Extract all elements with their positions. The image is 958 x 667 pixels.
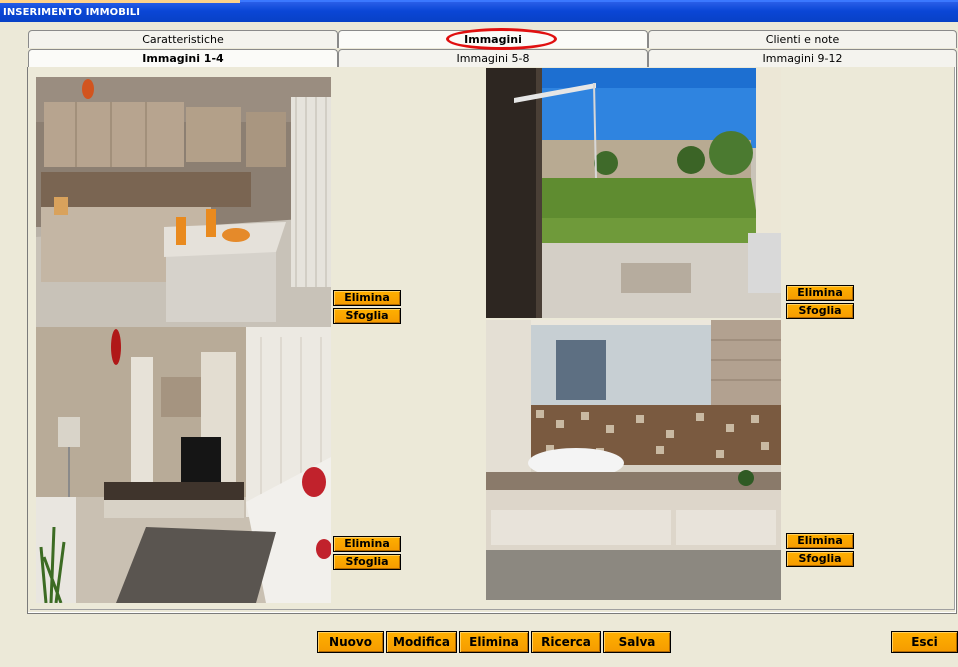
image-3-delete-button[interactable]: Elimina: [333, 536, 401, 552]
image-3-browse-button[interactable]: Sfoglia: [333, 554, 401, 570]
image-1-delete-button[interactable]: Elimina: [333, 290, 401, 306]
window-title: INSERIMENTO IMMOBILI: [3, 7, 141, 18]
kitchen-photo: [36, 77, 331, 327]
tab-clienti-e-note[interactable]: Clienti e note: [648, 30, 957, 48]
image-4-browse-button[interactable]: Sfoglia: [786, 551, 854, 567]
bathroom-photo: [486, 320, 781, 600]
garden-photo: [486, 68, 781, 318]
tab-immagini-5-8[interactable]: Immagini 5-8: [338, 49, 648, 67]
tab-immagini-9-12[interactable]: Immagini 9-12: [648, 49, 957, 67]
image-slot-4[interactable]: [486, 320, 781, 600]
tab-immagini[interactable]: Immagini: [338, 30, 648, 48]
image-1-browse-button[interactable]: Sfoglia: [333, 308, 401, 324]
living-room-photo: [36, 327, 331, 603]
delete-button[interactable]: Elimina: [459, 631, 529, 653]
image-2-delete-button[interactable]: Elimina: [786, 285, 854, 301]
new-button[interactable]: Nuovo: [317, 631, 384, 653]
edit-button[interactable]: Modifica: [386, 631, 457, 653]
image-slot-2[interactable]: [486, 68, 781, 318]
titlebar-accent: [0, 0, 240, 3]
image-4-delete-button[interactable]: Elimina: [786, 533, 854, 549]
search-button[interactable]: Ricerca: [531, 631, 601, 653]
tab-caratteristiche[interactable]: Caratteristiche: [28, 30, 338, 48]
save-button[interactable]: Salva: [603, 631, 671, 653]
image-slot-1[interactable]: [36, 77, 331, 327]
exit-button[interactable]: Esci: [891, 631, 958, 653]
image-slot-3[interactable]: [36, 327, 331, 603]
image-2-browse-button[interactable]: Sfoglia: [786, 303, 854, 319]
tab-immagini-1-4[interactable]: Immagini 1-4: [28, 49, 338, 68]
window-titlebar: INSERIMENTO IMMOBILI: [0, 0, 958, 22]
